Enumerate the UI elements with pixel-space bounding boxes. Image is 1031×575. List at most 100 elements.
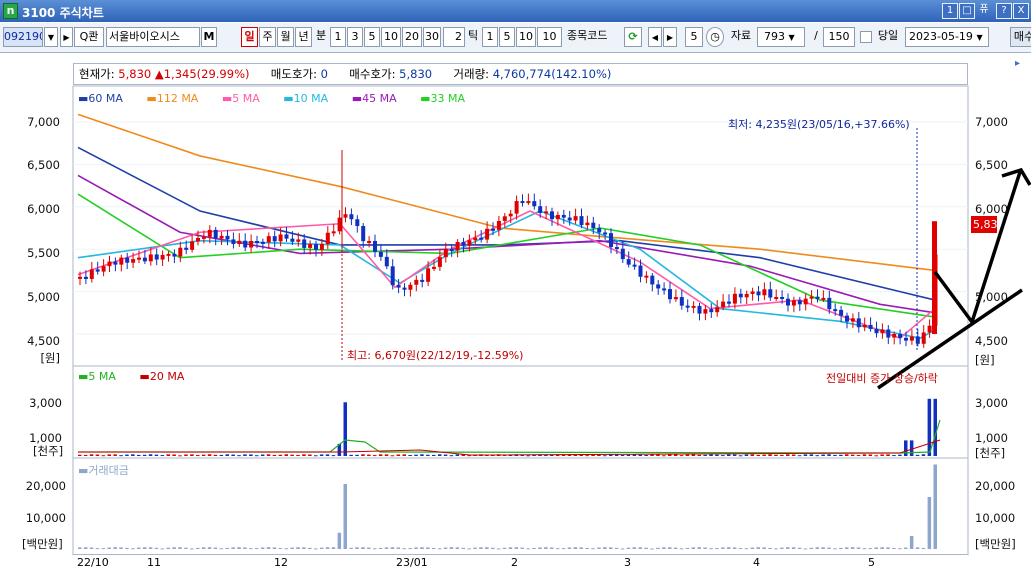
amount-bar (886, 547, 890, 549)
legend-112ma: ▬112 MA (146, 92, 199, 105)
vol-tick-left: 3,000 (29, 396, 62, 410)
candle-body (255, 240, 259, 243)
volume-bar (921, 454, 926, 456)
amount-bar (614, 547, 619, 549)
amount-bar (355, 547, 359, 549)
volume-bar (184, 454, 188, 456)
candle-body (213, 229, 218, 239)
amount-bar (821, 547, 825, 549)
candle-body (154, 254, 159, 260)
volume-bar (325, 454, 330, 456)
amount-bar (727, 547, 731, 549)
candle-body (809, 296, 814, 299)
amount-bar (567, 547, 572, 549)
amount-bar (927, 497, 932, 549)
volume-bar (414, 454, 418, 456)
x-tick: 3 (624, 556, 631, 569)
amount-bar (750, 547, 755, 549)
amount-bar (278, 547, 283, 549)
volume-bar (213, 454, 218, 456)
candle-body (113, 261, 118, 265)
volume-bar (727, 454, 731, 456)
y-tick-right: 4,500 (975, 334, 1008, 348)
candle-body (626, 259, 631, 265)
candle-body (644, 275, 649, 278)
candle-body (331, 231, 336, 234)
volume-bar (638, 454, 642, 456)
amount-bar (349, 547, 353, 549)
volume-bar (384, 454, 389, 456)
candle-body (750, 291, 755, 294)
amount-bar (679, 548, 684, 550)
amount-bar (715, 548, 719, 550)
candle-body (461, 241, 466, 246)
amt-tick-left: 20,000 (25, 479, 66, 493)
amount-bar (125, 547, 129, 549)
y-tick-left: 5,500 (27, 246, 60, 260)
candle-body (880, 329, 885, 334)
volume-bar (426, 454, 430, 456)
vol-unit-right: [천주] (975, 446, 1006, 460)
amount-bar (160, 548, 165, 550)
amount-bar (319, 547, 324, 549)
candle-body (231, 239, 236, 244)
candle-body (727, 301, 731, 304)
candle-body (868, 324, 873, 329)
amount-bar (709, 548, 713, 550)
candle-body (508, 213, 513, 217)
volume-bar (378, 454, 383, 456)
amount-bar (367, 547, 371, 549)
volume-bar (845, 454, 849, 456)
candle-body (656, 284, 661, 289)
volume-bar (679, 455, 684, 457)
candle-body (567, 217, 572, 221)
volume-bar (95, 454, 100, 456)
volume-bar (355, 454, 359, 456)
amount-bar (561, 548, 566, 550)
candle-body (314, 244, 318, 250)
amount-bar (473, 547, 477, 549)
amount-bar (207, 547, 212, 549)
amount-bar (915, 547, 920, 549)
amount-bar (184, 547, 188, 549)
amount-bar (538, 547, 542, 549)
candle-body (821, 297, 826, 300)
volume-bar (148, 454, 153, 456)
amount-bar (744, 548, 749, 550)
candle-body (738, 293, 743, 298)
volume-bar (898, 454, 902, 456)
amount-bar (791, 547, 796, 549)
amount-bar (408, 548, 412, 550)
volume-bar (201, 454, 206, 456)
candle-body (833, 309, 838, 312)
amt-tick-left: 10,000 (25, 511, 66, 525)
amount-bar (797, 547, 802, 549)
volume-bar (791, 454, 796, 456)
volume-bar (839, 454, 843, 456)
volume-bar (815, 455, 819, 457)
volume-bar (797, 455, 802, 457)
amount-bar (827, 547, 831, 549)
volume-bar (673, 454, 678, 456)
candle-body (219, 235, 224, 239)
chart-canvas[interactable] (0, 0, 1031, 575)
amount-legend: ▬거래대금 (78, 464, 129, 477)
amount-bar (685, 547, 690, 549)
candle-body (284, 234, 289, 239)
price-unit-right: [원] (975, 353, 995, 367)
candle-body (125, 257, 130, 263)
candle-body (797, 300, 802, 305)
amount-bar (632, 547, 637, 549)
amount-bar (656, 547, 660, 549)
candle-body (432, 266, 436, 269)
amount-bar (107, 547, 111, 549)
volume-bar (390, 455, 395, 457)
amount-bar (697, 547, 701, 549)
candle-body (780, 296, 785, 299)
candle-body (260, 241, 265, 244)
candle-body (614, 247, 619, 250)
volume-bar (190, 454, 194, 456)
amount-bar (668, 547, 672, 549)
volume-note: 전일대비 증가 상승/하락 (826, 372, 938, 385)
candle-body (673, 297, 678, 300)
